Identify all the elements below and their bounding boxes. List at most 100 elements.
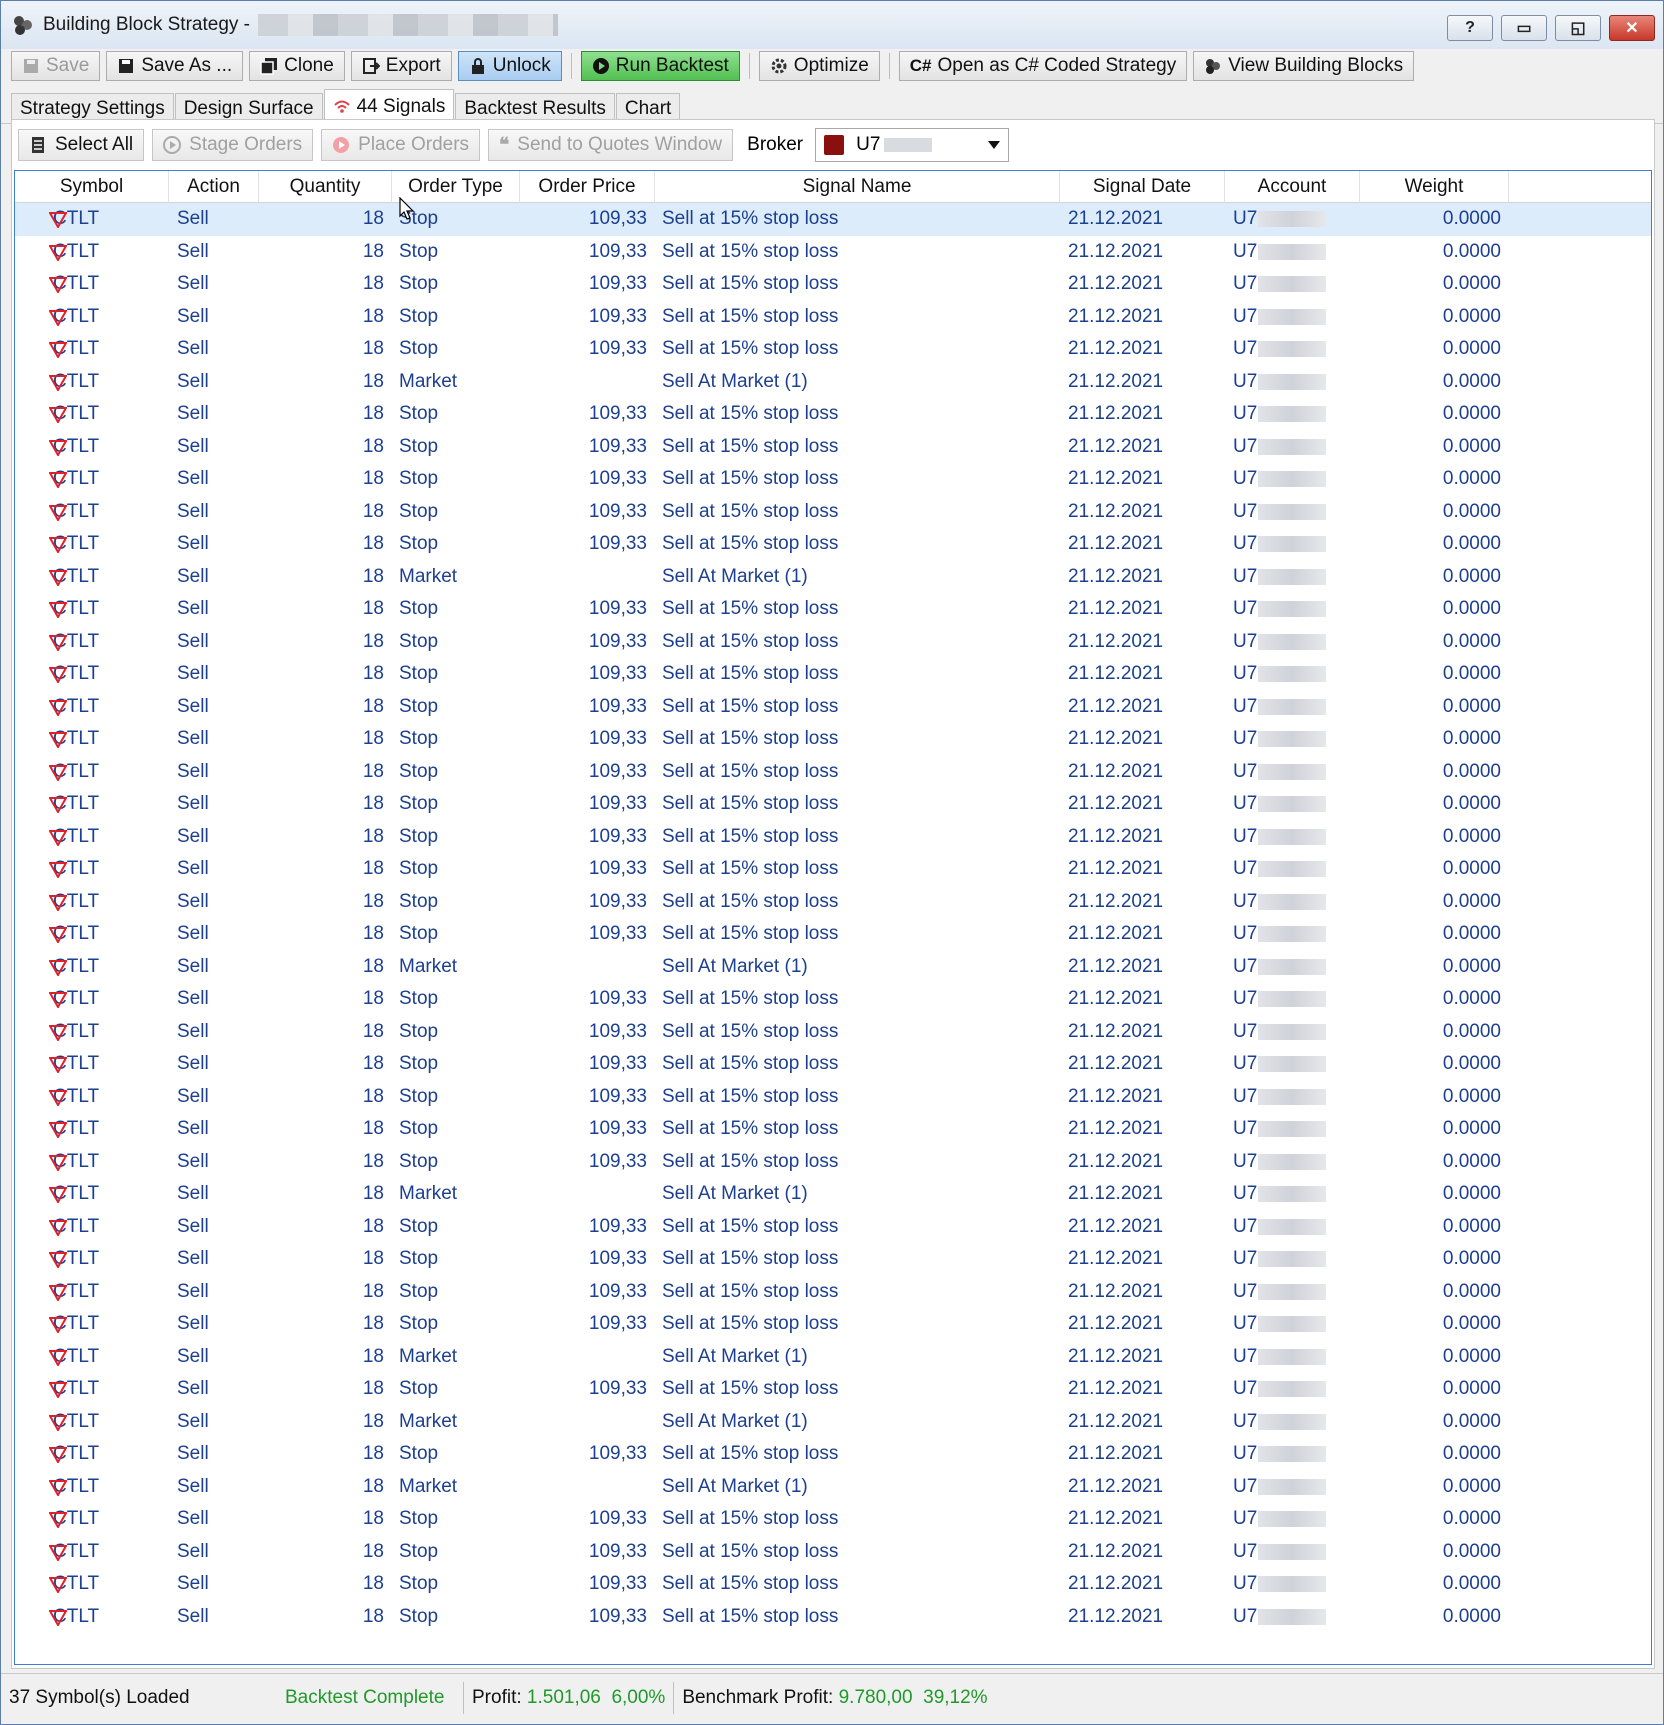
table-row[interactable]: CTLT Sell 18 Stop 109,33 Sell at 15% stop los… [15,1568,1651,1601]
cell-signal-name: Sell at 15% stop loss [662,1605,839,1627]
table-row[interactable]: CTLT Sell 18 Stop 109,33 Sell at 15% stop los… [15,496,1651,529]
table-row[interactable]: CTLT Sell 18 Stop 109,33 Sell at 15% stop los… [15,1536,1651,1569]
table-row[interactable]: CTLT Sell 18 Stop 109,33 Sell at 15% stop los… [15,1081,1651,1114]
table-row[interactable]: CTLT Sell 18 Stop 109,33 Sell at 15% stop los… [15,1048,1651,1081]
cell-symbol: CTLT [15,1053,169,1075]
table-row[interactable]: CTLT Sell 18 Market Sell At Market (1) 21.12.… [15,366,1651,399]
export-button[interactable]: Export [350,51,452,81]
table-row[interactable]: CTLT Sell 18 Stop 109,33 Sell at 15% stop los… [15,528,1651,561]
table-row[interactable]: CTLT Sell 18 Stop 109,33 Sell at 15% stop los… [15,301,1651,334]
table-row[interactable]: CTLT Sell 18 Stop 109,33 Sell at 15% stop los… [15,723,1651,756]
table-row[interactable]: CTLT Sell 18 Stop 109,33 Sell at 15% stop los… [15,1243,1651,1276]
minimize-button[interactable]: ▭ [1501,15,1547,41]
table-row[interactable]: CTLT Sell 18 Stop 109,33 Sell at 15% stop los… [15,1503,1651,1536]
save-as-button[interactable]: Save As ... [106,51,244,81]
run-backtest-button[interactable]: Run Backtest [580,51,740,81]
table-row[interactable]: CTLT Sell 18 Stop 109,33 Sell at 15% stop los… [15,1601,1651,1634]
cell-symbol: CTLT [15,826,169,848]
table-row[interactable]: CTLT Sell 18 Stop 109,33 Sell at 15% stop los… [15,918,1651,951]
place-orders-button[interactable]: Place Orders [321,129,481,161]
cell-weight: 0.0000 [1442,1215,1501,1237]
view-building-blocks-button[interactable]: View Building Blocks [1193,51,1415,81]
table-row[interactable]: CTLT Sell 18 Stop 109,33 Sell at 15% stop los… [15,398,1651,431]
cell-order-type: Market [399,1475,458,1497]
table-row[interactable]: CTLT Sell 18 Market Sell At Market (1) 21.12.… [15,1178,1651,1211]
table-row[interactable]: CTLT Sell 18 Stop 109,33 Sell at 15% stop los… [15,658,1651,691]
open-csharp-button[interactable]: C# Open as C# Coded Strategy [898,51,1188,81]
table-row[interactable]: CTLT Sell 18 Stop 109,33 Sell at 15% stop los… [15,756,1651,789]
table-row[interactable]: CTLT Sell 18 Stop 109,33 Sell at 15% stop los… [15,983,1651,1016]
broker-dropdown[interactable]: U7 [815,128,1010,162]
col-weight[interactable]: Weight [1360,171,1509,202]
table-row[interactable]: CTLT Sell 18 Stop 109,33 Sell at 15% stop los… [15,431,1651,464]
unlock-button[interactable]: Unlock [457,51,562,81]
maximize-button[interactable]: ◱ [1555,15,1601,41]
table-row[interactable]: CTLT Sell 18 Market Sell At Market (1) 21.12.… [15,1406,1651,1439]
table-row[interactable]: CTLT Sell 18 Stop 109,33 Sell at 15% stop los… [15,853,1651,886]
stage-orders-button[interactable]: Stage Orders [152,129,314,161]
table-row[interactable]: CTLT Sell 18 Stop 109,33 Sell at 15% stop los… [15,1113,1651,1146]
chevron-down-icon [988,141,1001,149]
select-all-button[interactable]: Select All [18,129,145,161]
table-row[interactable]: CTLT Sell 18 Stop 109,33 Sell at 15% stop los… [15,333,1651,366]
table-row[interactable]: CTLT Sell 18 Stop 109,33 Sell at 15% stop los… [15,1373,1651,1406]
table-row[interactable]: CTLT Sell 18 Stop 109,33 Sell at 15% stop los… [15,463,1651,496]
col-order-price[interactable]: Order Price [520,171,655,202]
cell-account: U7 [1225,1118,1360,1140]
clone-icon [260,58,278,75]
cell-action: Sell [177,500,209,522]
table-row[interactable]: CTLT Sell 18 Stop 109,33 Sell at 15% stop los… [15,236,1651,269]
table-row[interactable]: CTLT Sell 18 Stop 109,33 Sell at 15% stop los… [15,1438,1651,1471]
table-row[interactable]: CTLT Sell 18 Stop 109,33 Sell at 15% stop los… [15,821,1651,854]
save-button[interactable]: Save [11,51,101,81]
table-row[interactable]: CTLT Sell 18 Stop 109,33 Sell at 15% stop los… [15,593,1651,626]
col-action[interactable]: Action [169,171,259,202]
table-row[interactable]: CTLT Sell 18 Market Sell At Market (1) 21.12.… [15,1341,1651,1374]
col-symbol[interactable]: Symbol [15,171,169,202]
close-button[interactable]: ✕ [1609,15,1655,41]
table-row[interactable]: CTLT Sell 18 Stop 109,33 Sell at 15% stop los… [15,886,1651,919]
save-label: Save [46,55,90,76]
backtest-status: Backtest Complete [285,1687,445,1708]
col-signal-date[interactable]: Signal Date [1060,171,1225,202]
table-row[interactable]: CTLT Sell 18 Stop 109,33 Sell at 15% stop los… [15,1016,1651,1049]
table-row[interactable]: CTLT Sell 18 Stop 109,33 Sell at 15% stop los… [15,268,1651,301]
cell-quantity: 18 [362,890,384,912]
sell-down-arrow-icon [49,1317,67,1334]
table-row[interactable]: CTLT Sell 18 Stop 109,33 Sell at 15% stop los… [15,691,1651,724]
cell-symbol: CTLT [15,533,169,555]
table-row[interactable]: CTLT Sell 18 Stop 109,33 Sell at 15% stop los… [15,203,1651,236]
table-row[interactable]: CTLT Sell 18 Market Sell At Market (1) 21.12.… [15,561,1651,594]
table-row[interactable]: CTLT Sell 18 Market Sell At Market (1) 21.12.… [15,1471,1651,1504]
send-to-quotes-button[interactable]: ❝ Send to Quotes Window [488,129,734,161]
cell-action: Sell [177,533,209,555]
cell-order-type: Market [399,955,458,977]
clone-button[interactable]: Clone [249,51,345,81]
tab-signals[interactable]: 44 Signals [323,89,455,123]
table-row[interactable]: CTLT Sell 18 Stop 109,33 Sell at 15% stop los… [15,788,1651,821]
export-icon [362,58,380,74]
optimize-button[interactable]: Optimize [758,51,880,81]
cell-signal-date: 21.12.2021 [1068,1313,1164,1335]
table-row[interactable]: CTLT Sell 18 Stop 109,33 Sell at 15% stop los… [15,1276,1651,1309]
cell-order-price: 109,33 [588,760,647,782]
cell-account: U7 [1225,371,1360,393]
cell-order-type: Stop [399,663,439,685]
table-row[interactable]: CTLT Sell 18 Stop 109,33 Sell at 15% stop los… [15,1146,1651,1179]
col-quantity[interactable]: Quantity [259,171,392,202]
cell-signal-name: Sell at 15% stop loss [662,598,839,620]
table-row[interactable]: CTLT Sell 18 Stop 109,33 Sell at 15% stop los… [15,1308,1651,1341]
cell-weight: 0.0000 [1442,695,1501,717]
table-row[interactable]: CTLT Sell 18 Market Sell At Market (1) 21.12.… [15,951,1651,984]
cell-signal-name: Sell at 15% stop loss [662,1313,839,1335]
table-row[interactable]: CTLT Sell 18 Stop 109,33 Sell at 15% stop los… [15,1211,1651,1244]
cell-weight: 0.0000 [1442,1378,1501,1400]
col-account[interactable]: Account [1225,171,1360,202]
table-row[interactable]: CTLT Sell 18 Stop 109,33 Sell at 15% stop los… [15,626,1651,659]
account-redacted [1258,731,1327,748]
col-signal-name[interactable]: Signal Name [655,171,1060,202]
help-button[interactable]: ? [1447,15,1493,41]
cell-symbol: CTLT [15,923,169,945]
cell-account: U7 [1225,1281,1360,1303]
signals-panel: Select All Stage Orders Place Orders ❝ S… [11,119,1655,1669]
